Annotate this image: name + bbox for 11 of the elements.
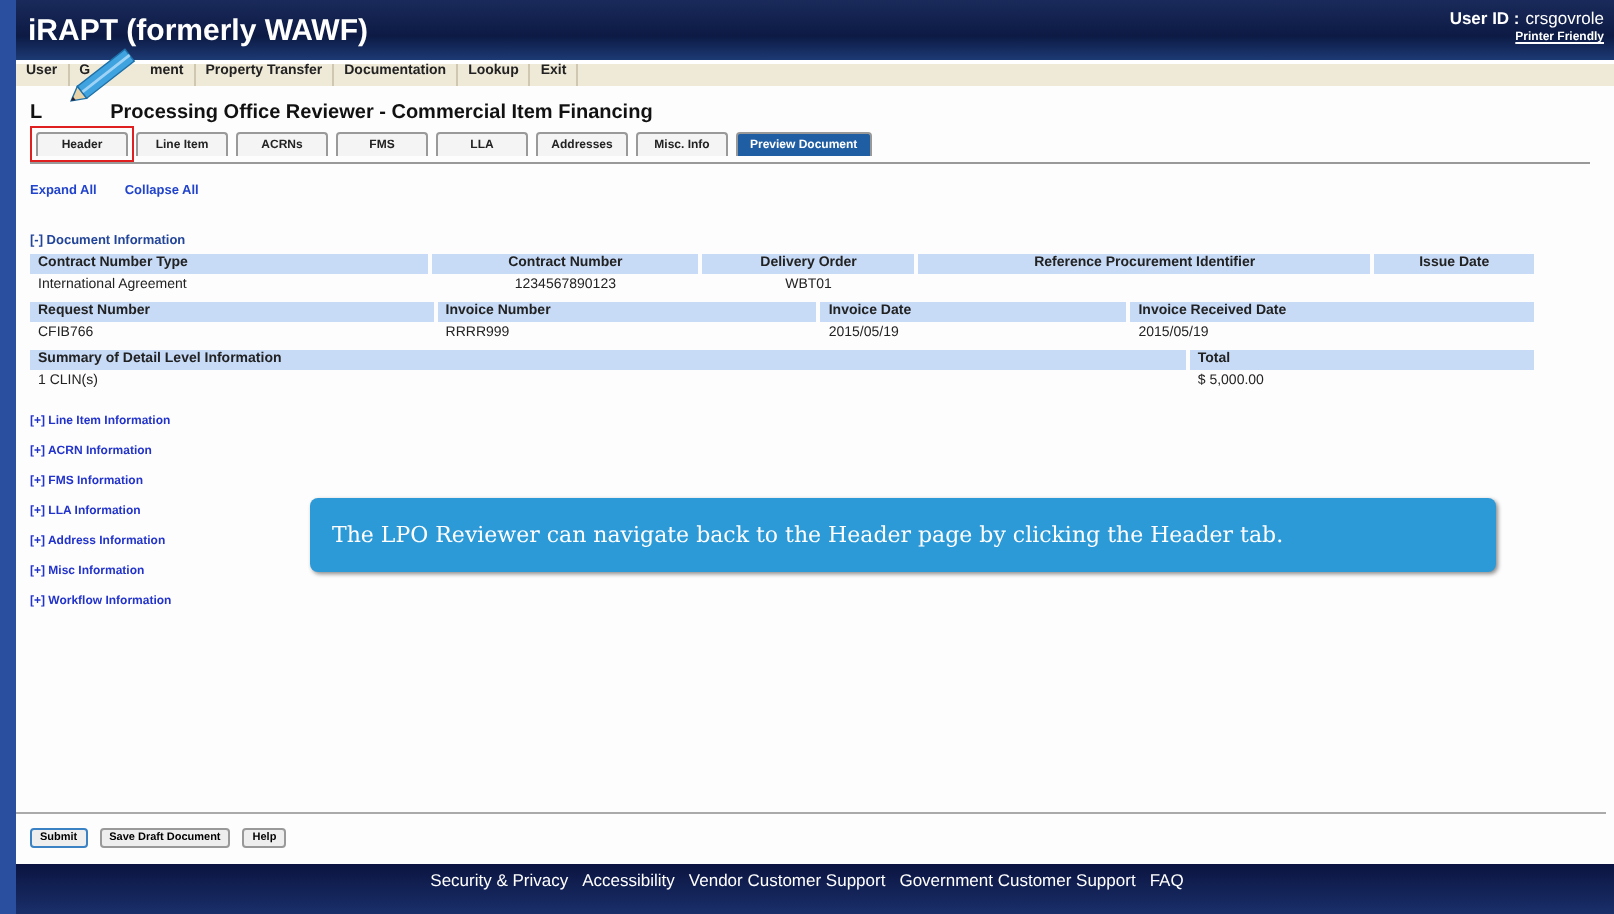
footer-link[interactable]: Government Customer Support xyxy=(899,870,1136,914)
footer-link[interactable]: FAQ xyxy=(1149,870,1184,914)
app-title: iRAPT (formerly WAWF) xyxy=(28,14,369,48)
footer-link[interactable]: Accessibility xyxy=(582,870,675,914)
page-title: L xyxy=(30,102,43,124)
user-id: crsgovrole xyxy=(1525,8,1604,28)
user-id-label: User ID : xyxy=(1449,8,1520,28)
page-title: Processing Office Reviewer - Commercial Item Financing xyxy=(110,102,653,124)
callout-tooltip: The LPO Reviewer can navigate back to the Header page by clicking the Header tab. xyxy=(310,498,1496,572)
footer-link[interactable]: Security & Privacy xyxy=(430,870,569,914)
footer-link[interactable]: Vendor Customer Support xyxy=(688,870,886,914)
